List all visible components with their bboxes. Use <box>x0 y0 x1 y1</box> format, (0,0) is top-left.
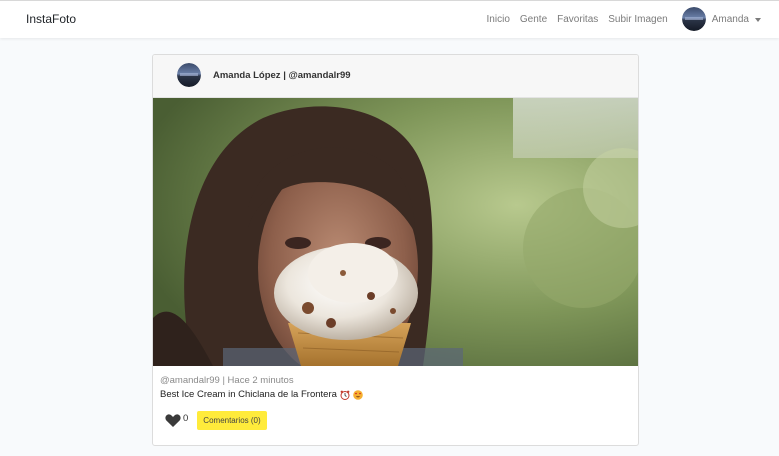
user-menu-dropdown[interactable]: Amanda <box>681 7 761 31</box>
post-image[interactable] <box>153 98 638 366</box>
nav-link-favoritas[interactable]: Favoritas <box>557 14 598 25</box>
user-name: Amanda <box>711 13 749 25</box>
like-count: 0 <box>183 413 189 424</box>
post-description-row: Best Ice Cream in Chiclana de la Fronter… <box>160 389 363 400</box>
post-meta: @amandalr99 | Hace 2 minutos <box>160 375 294 386</box>
user-avatar <box>681 7 706 31</box>
top-navbar: InstaFoto Inicio Gente Favoritas Subir I… <box>0 0 779 38</box>
nav-link-gente[interactable]: Gente <box>520 14 547 25</box>
heart-icon[interactable] <box>165 413 181 428</box>
brand-logo[interactable]: InstaFoto <box>26 12 76 26</box>
post-author[interactable]: Amanda López | @amandalr99 <box>213 70 351 81</box>
heart-eyes-emoji-icon <box>353 389 363 400</box>
post-description: Best Ice Cream in Chiclana de la Fronter… <box>160 389 337 400</box>
nav-links: Inicio Gente Favoritas Subir Imagen Aman… <box>487 7 761 31</box>
post-card: Amanda López | @amandalr99 @amandalr99 |… <box>152 54 639 446</box>
comments-button[interactable]: Comentarios (0) <box>197 411 267 430</box>
nav-link-inicio[interactable]: Inicio <box>487 14 510 25</box>
nav-link-subir-imagen[interactable]: Subir Imagen <box>608 14 667 25</box>
alarm-clock-emoji-icon <box>340 390 350 400</box>
post-header: Amanda López | @amandalr99 <box>153 55 638 98</box>
post-actions: 0 Comentarios (0) <box>165 411 267 430</box>
caret-down-icon <box>755 17 761 22</box>
author-avatar[interactable] <box>177 63 201 87</box>
